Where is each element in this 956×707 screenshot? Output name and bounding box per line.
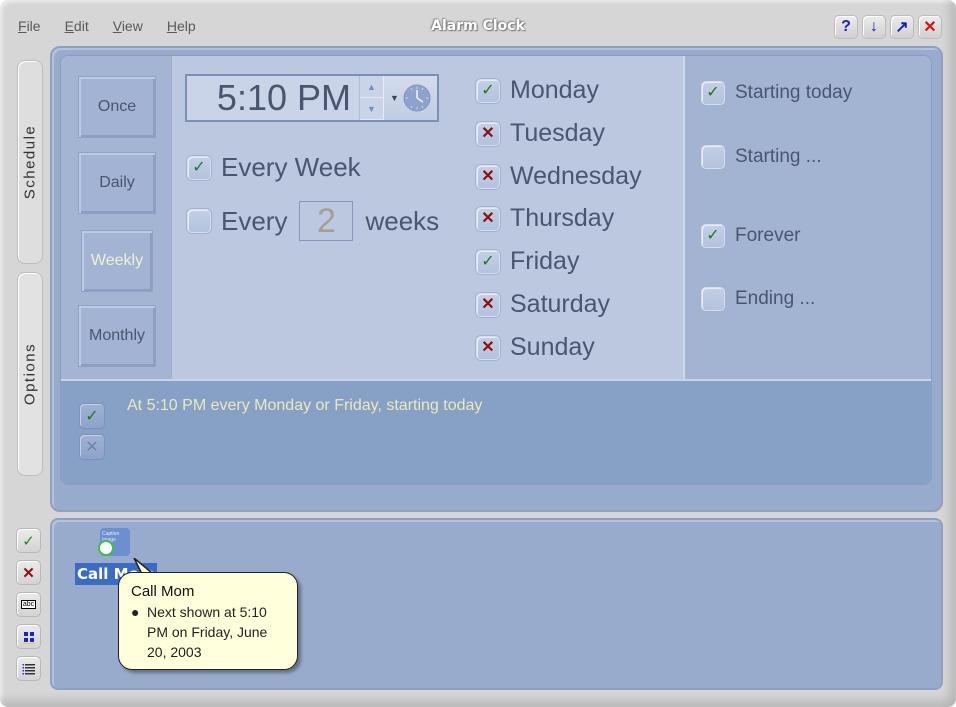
clock-icon <box>403 84 431 112</box>
help-icon: ? <box>841 18 851 35</box>
cross-icon: ✕ <box>481 338 495 356</box>
delete-alarm-button[interactable]: ✕ <box>16 560 41 585</box>
arrow-up-right-icon: ↗ <box>895 19 909 36</box>
check-icon: ✓ <box>481 81 495 99</box>
delete-icon: ✕ <box>22 564 35 582</box>
day-checkbox-friday[interactable]: ✓ <box>476 249 500 274</box>
accept-schedule-button[interactable]: ✓ <box>79 403 105 429</box>
range-checkbox[interactable]: ✓ <box>701 224 725 248</box>
tab-schedule[interactable]: Schedule <box>17 60 43 264</box>
every-week-option[interactable]: ✓ Every Week <box>187 152 361 183</box>
time-input[interactable]: 5:10 PM <box>187 76 359 120</box>
frequency-monthly-button[interactable]: Monthly <box>78 305 156 367</box>
day-checkbox-wednesday[interactable]: ✕ <box>476 164 500 189</box>
cross-icon: ✕ <box>85 439 99 456</box>
time-decrement-button[interactable]: ▼ <box>360 98 383 120</box>
icon-grid-icon <box>22 631 35 644</box>
frequency-daily-button[interactable]: Daily <box>78 152 156 214</box>
close-button[interactable]: ✕ <box>918 15 942 39</box>
time-and-days-section: 5:10 PM ▲ ▼ ▼ ✓ Every Week Every 2 weeks… <box>171 56 683 379</box>
day-option-thursday[interactable]: ✕ Thursday <box>476 204 614 233</box>
range-checkbox[interactable] <box>701 287 725 311</box>
check-icon: ✓ <box>706 84 720 101</box>
caption-button[interactable]: abc <box>16 592 41 617</box>
check-icon: ✓ <box>85 408 99 425</box>
icon-view-button[interactable] <box>16 624 41 649</box>
list-view-button[interactable] <box>16 656 41 681</box>
title-bar-buttons: ? ↓ ↗ ✕ <box>834 15 942 39</box>
alarm-clock-window: File Edit View Help Alarm Clock ? ↓ ↗ ✕ … <box>0 0 956 707</box>
alarm-toolbar: ✓ ✕ abc <box>16 528 41 681</box>
maximize-button[interactable]: ↗ <box>890 15 914 39</box>
every-n-weeks-checkbox[interactable] <box>187 209 211 233</box>
chevron-up-icon: ▲ <box>367 81 376 92</box>
check-icon: ✓ <box>22 532 35 550</box>
check-icon: ✓ <box>706 227 720 244</box>
list-icon <box>22 663 35 674</box>
tooltip-text: Next shown at 5:10 PM on Friday, June 20… <box>147 604 268 660</box>
day-option-wednesday[interactable]: ✕ Wednesday <box>476 162 642 191</box>
check-icon: ✓ <box>481 252 495 270</box>
minimize-button[interactable]: ↓ <box>862 15 886 39</box>
clock-dropdown-button[interactable]: ▼ <box>383 76 437 120</box>
arrow-down-icon: ↓ <box>870 18 878 35</box>
cross-icon: ✕ <box>481 209 495 227</box>
weeks-interval-input[interactable]: 2 <box>299 201 354 241</box>
schedule-editor: Once Daily Weekly Monthly 5:10 PM ▲ ▼ ▼ <box>60 55 932 485</box>
reject-schedule-button[interactable]: ✕ <box>79 434 105 460</box>
every-n-weeks-option[interactable]: Every 2 weeks <box>187 201 439 241</box>
range-option-starting[interactable]: Starting ... <box>701 145 822 169</box>
tooltip-title: Call Mom <box>131 583 195 600</box>
accept-alarm-button[interactable]: ✓ <box>16 528 41 553</box>
help-button[interactable]: ? <box>834 15 858 39</box>
close-icon: ✕ <box>923 19 937 36</box>
time-picker: 5:10 PM ▲ ▼ ▼ <box>185 74 439 122</box>
range-checkbox[interactable] <box>701 145 725 169</box>
day-option-monday[interactable]: ✓ Monday <box>476 76 599 105</box>
schedule-summary-bar: ✓ ✕ At 5:10 PM every Monday or Friday, s… <box>61 379 931 484</box>
day-checkbox-monday[interactable]: ✓ <box>476 78 500 103</box>
every-week-checkbox[interactable]: ✓ <box>187 155 211 180</box>
caption-icon: abc <box>20 600 37 609</box>
range-option-ending[interactable]: Ending ... <box>701 287 815 311</box>
check-icon: ✓ <box>192 158 206 176</box>
alarm-clock-icon <box>98 540 114 556</box>
range-option-starting-today[interactable]: ✓ Starting today <box>701 81 852 105</box>
day-checkbox-saturday[interactable]: ✕ <box>476 292 500 317</box>
dropdown-caret-icon: ▼ <box>390 93 399 103</box>
time-increment-button[interactable]: ▲ <box>360 76 383 98</box>
chevron-down-icon: ▼ <box>367 103 376 114</box>
day-option-saturday[interactable]: ✕ Saturday <box>476 290 610 319</box>
day-option-sunday[interactable]: ✕ Sunday <box>476 333 595 362</box>
cross-icon: ✕ <box>481 295 495 313</box>
day-option-tuesday[interactable]: ✕ Tuesday <box>476 119 605 148</box>
time-spinner: ▲ ▼ <box>359 76 383 120</box>
range-checkbox[interactable]: ✓ <box>701 81 725 105</box>
frequency-selector: Once Daily Weekly Monthly <box>61 56 171 379</box>
day-checkbox-thursday[interactable]: ✕ <box>476 206 500 231</box>
alarm-item-icon[interactable]: Caption Image <box>98 528 130 556</box>
cross-icon: ✕ <box>481 167 495 185</box>
bullet-icon: ● <box>131 604 140 620</box>
alarm-tooltip: Call Mom ● Next shown at 5:10 PM on Frid… <box>118 572 298 670</box>
window-title: Alarm Clock <box>431 18 525 34</box>
day-option-friday[interactable]: ✓ Friday <box>476 247 579 276</box>
cross-icon: ✕ <box>481 124 495 142</box>
day-checkbox-sunday[interactable]: ✕ <box>476 335 500 360</box>
frequency-once-button[interactable]: Once <box>78 76 156 138</box>
day-checkbox-tuesday[interactable]: ✕ <box>476 121 500 146</box>
tab-options[interactable]: Options <box>17 272 43 476</box>
frequency-weekly-button[interactable]: Weekly <box>81 230 153 292</box>
range-option-forever[interactable]: ✓ Forever <box>701 224 800 248</box>
schedule-summary-text: At 5:10 PM every Monday or Friday, start… <box>127 397 483 414</box>
date-range-section: ✓ Starting today Starting ... ✓ Forever Endin… <box>683 56 931 379</box>
